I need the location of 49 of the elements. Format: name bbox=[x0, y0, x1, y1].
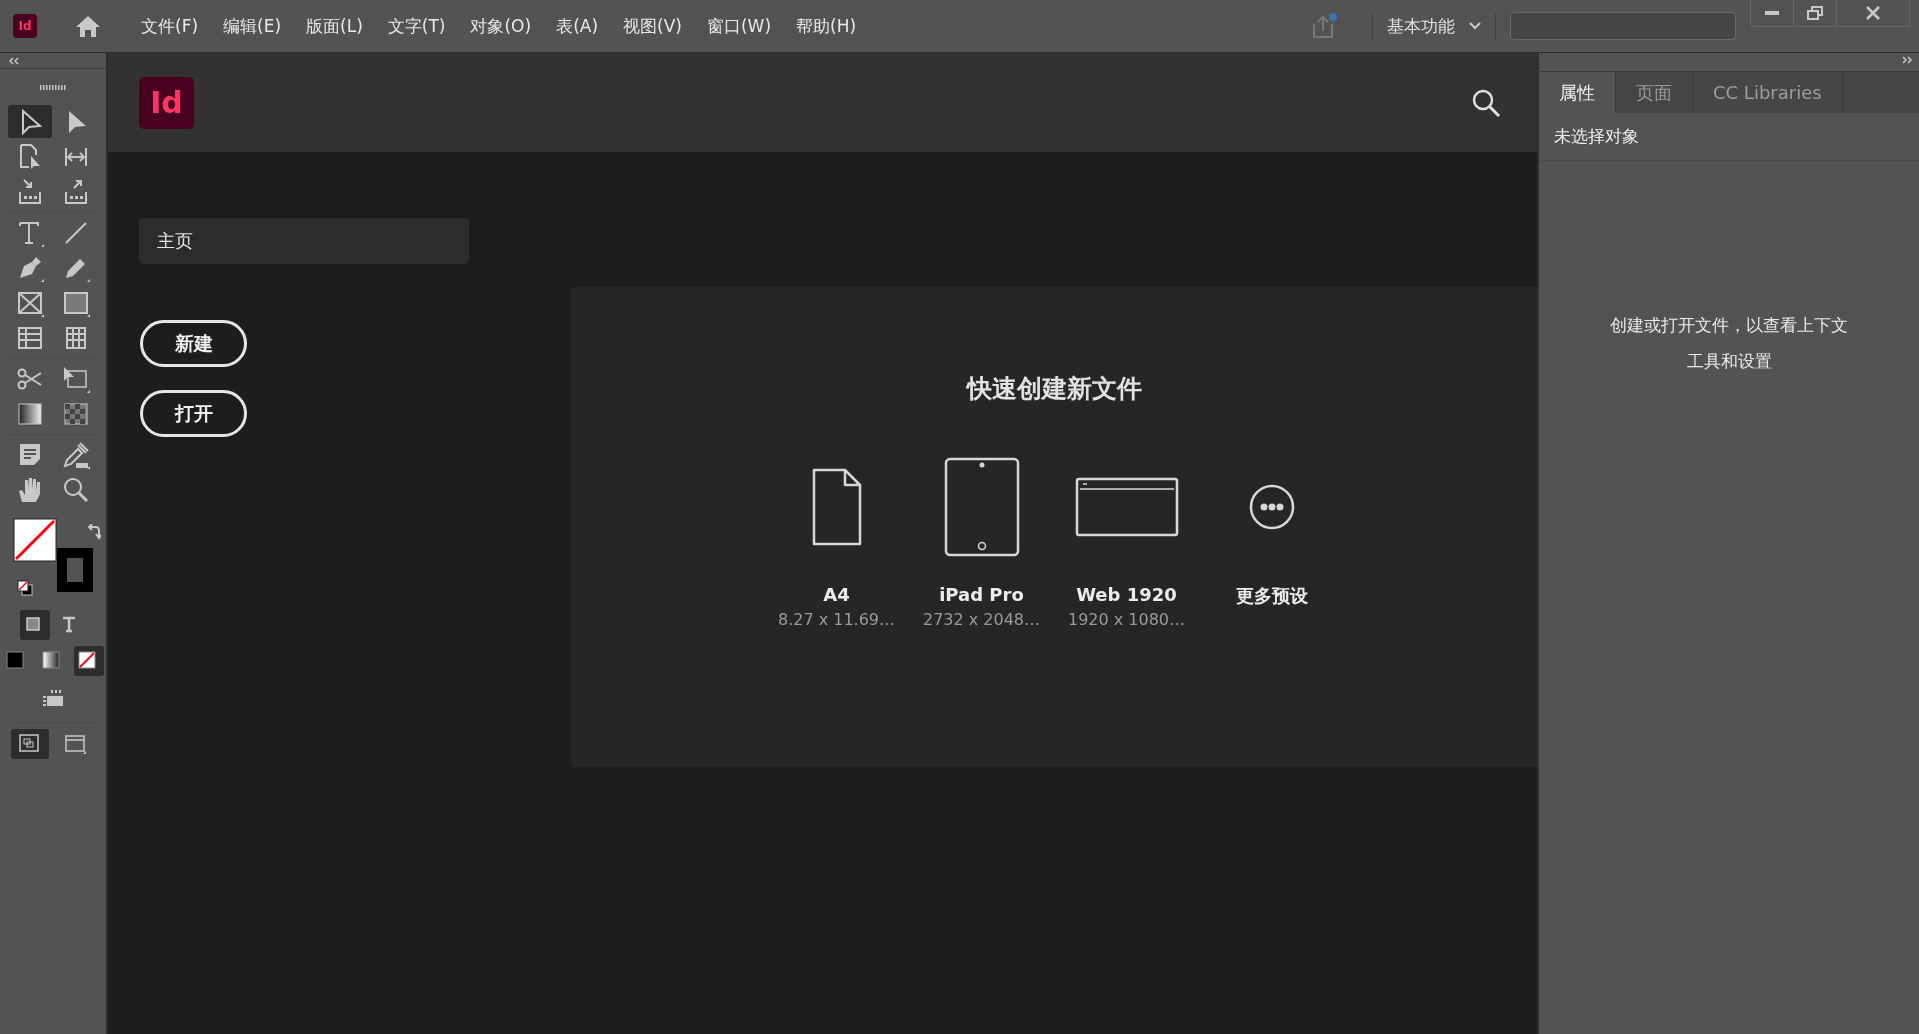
preset-name[interactable]: A4 bbox=[823, 584, 850, 605]
normal-view-icon bbox=[18, 733, 42, 755]
screen-mode-icon bbox=[64, 733, 88, 755]
search-icon[interactable] bbox=[1471, 87, 1501, 118]
preset-size: 1920 x 1080… bbox=[1067, 610, 1186, 629]
preset-name[interactable]: Web 1920 bbox=[1076, 584, 1177, 605]
new-button[interactable]: 新建 bbox=[140, 320, 247, 367]
preset-size: 2732 x 2048… bbox=[922, 610, 1041, 629]
swap-arrow-icon[interactable] bbox=[87, 524, 101, 540]
default-colors-icon[interactable] bbox=[17, 580, 33, 596]
stroke-swatch[interactable] bbox=[57, 548, 93, 592]
frame-grid-icon[interactable] bbox=[41, 688, 65, 708]
more-options-icon[interactable] bbox=[1248, 484, 1295, 530]
menu-item[interactable]: 版面(L) bbox=[296, 14, 373, 38]
app-logo: Id bbox=[139, 76, 194, 129]
grip-icon[interactable] bbox=[40, 85, 66, 90]
preset-size: 8.27 x 11.69… bbox=[777, 610, 896, 629]
home-icon[interactable] bbox=[75, 14, 101, 38]
mode-button[interactable] bbox=[74, 646, 104, 676]
chevron-down-icon bbox=[1469, 22, 1481, 30]
menu-item[interactable]: 视图(V) bbox=[613, 14, 692, 38]
open-button[interactable]: 打开 bbox=[140, 390, 247, 437]
share-icon bbox=[1313, 13, 1337, 38]
browser-window-icon[interactable] bbox=[1074, 477, 1179, 537]
tool-button[interactable] bbox=[8, 105, 52, 138]
menu-item[interactable]: 窗口(W) bbox=[696, 14, 781, 38]
selection-status: 未选择对象 bbox=[1539, 113, 1919, 161]
panel-tab[interactable]: 属性 bbox=[1539, 72, 1616, 113]
app-logo: Id bbox=[13, 14, 37, 38]
mode-button[interactable] bbox=[20, 610, 50, 640]
menu-item[interactable]: 表(A) bbox=[546, 14, 609, 38]
workspace-dropdown[interactable]: 基本功能 bbox=[1387, 14, 1481, 38]
search-field[interactable] bbox=[1510, 12, 1736, 40]
menu-item[interactable]: 文件(F) bbox=[131, 14, 209, 38]
empty-state-message: 创建或打开文件，以查看上下文 工具和设置 bbox=[1609, 314, 1849, 373]
menu-item[interactable]: 文字(T) bbox=[377, 14, 456, 38]
menu-item[interactable]: 帮助(H) bbox=[786, 14, 867, 38]
menu-item[interactable]: 对象(O) bbox=[460, 14, 542, 38]
preset-name[interactable]: 更多预设 bbox=[1235, 584, 1308, 608]
close-icon bbox=[1866, 6, 1880, 20]
section-title: 快速创建新文件 bbox=[966, 373, 1142, 405]
minimize-icon bbox=[1765, 11, 1779, 15]
tablet-icon[interactable] bbox=[943, 457, 1020, 557]
preset-name[interactable]: iPad Pro bbox=[939, 584, 1024, 605]
nav-item[interactable]: 主页 bbox=[139, 218, 469, 264]
fill-swatch[interactable] bbox=[13, 518, 57, 562]
menu-item[interactable]: 编辑(E) bbox=[213, 14, 292, 38]
collapse-icon[interactable] bbox=[8, 56, 20, 65]
restore-icon bbox=[1807, 6, 1823, 20]
